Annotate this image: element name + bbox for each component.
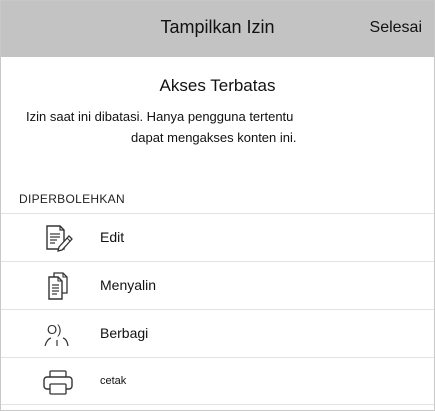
allowed-section-label: DIPERBOLEHKAN [19, 192, 125, 206]
permission-item-copy: Menyalin [1, 261, 434, 309]
header-bar: Tampilkan Izin Selesai [1, 1, 434, 57]
permissions-dialog: Tampilkan Izin Selesai Akses Terbatas Iz… [0, 0, 435, 411]
permission-item-print: cetak [1, 357, 434, 405]
permission-label: Menyalin [100, 277, 157, 293]
restriction-description-line2: dapat mengakses konten ini. [131, 130, 297, 145]
done-button[interactable]: Selesai [370, 19, 422, 37]
printer-icon [41, 367, 75, 397]
permission-item-edit: Edit [1, 213, 434, 261]
edit-document-icon [41, 223, 75, 253]
permission-label: Berbagi [100, 325, 149, 341]
permission-label: Edit [100, 229, 125, 245]
divider [1, 404, 434, 405]
permission-label: cetak [100, 375, 127, 387]
share-people-icon: O) [41, 319, 75, 349]
restriction-heading: Akses Terbatas [159, 76, 276, 95]
restriction-description-line1: Izin saat ini dibatasi. Hanya pengguna t… [26, 109, 294, 124]
permission-item-share: O) Berbagi [1, 309, 434, 357]
svg-text:O): O) [47, 322, 61, 337]
copy-document-icon [41, 271, 75, 301]
